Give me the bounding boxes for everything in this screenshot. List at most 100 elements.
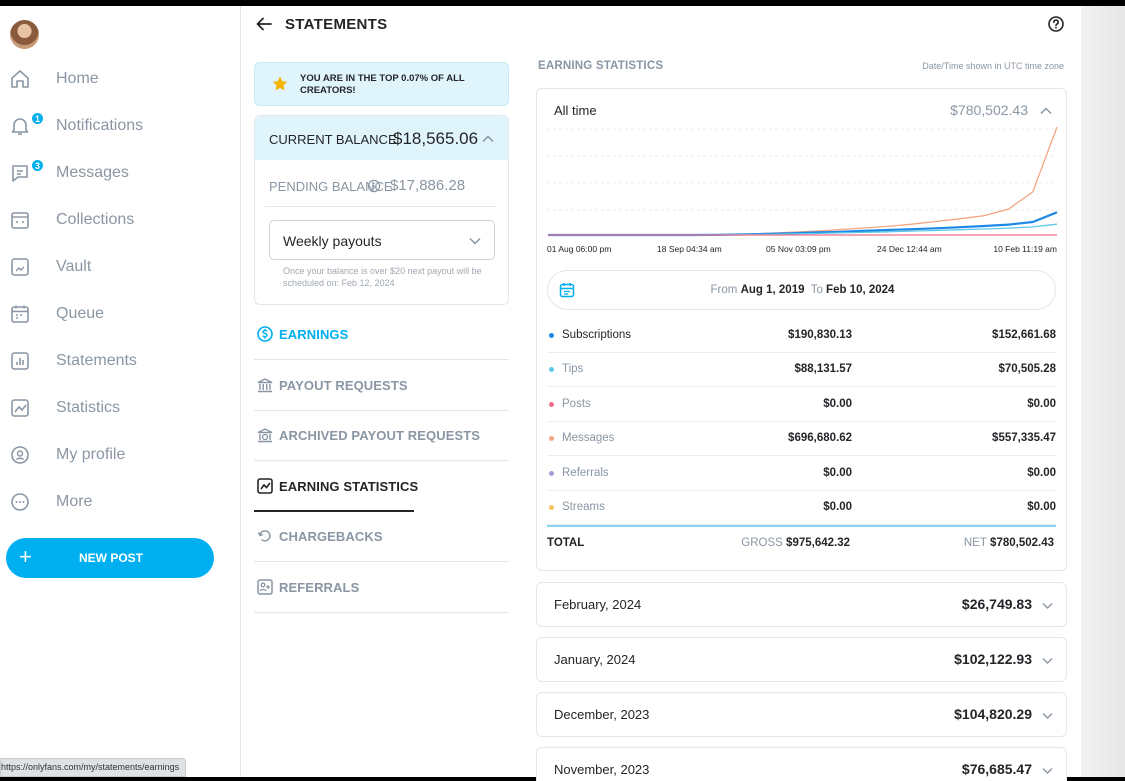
month-card[interactable]: November, 2023 $76,685.47 — [536, 747, 1067, 781]
chevron-down-icon — [468, 234, 482, 248]
month-value: $26,749.83 — [961, 596, 1032, 612]
category-name: Streams — [562, 501, 605, 513]
category-net: $0.00 — [1027, 397, 1056, 410]
menu-payout-requests[interactable]: PAYOUT REQUESTS — [254, 361, 509, 411]
sidebar-item-vault[interactable]: Vault — [0, 247, 241, 287]
sidebar-item-label: Statements — [56, 352, 137, 369]
home-icon — [9, 68, 31, 90]
category-gross: $88,131.57 — [794, 363, 852, 376]
sidebar-item-statements[interactable]: Statements — [0, 341, 241, 381]
avatar[interactable] — [10, 20, 39, 49]
menu-earnings[interactable]: EARNINGS — [254, 310, 509, 360]
month-card[interactable]: February, 2024 $26,749.83 — [536, 582, 1067, 627]
net-total: NET $780,502.43 — [964, 537, 1054, 549]
sidebar-item-collections[interactable]: Collections — [0, 200, 241, 240]
sidebar-item-messages[interactable]: 3 Messages — [0, 153, 241, 193]
chevron-up-icon[interactable] — [1039, 104, 1053, 118]
help-icon[interactable] — [1047, 15, 1065, 33]
back-arrow-icon[interactable] — [255, 15, 273, 33]
calendar-icon — [9, 303, 31, 325]
x-tick-label: 01 Aug 06:00 pm — [547, 244, 611, 254]
chevron-up-icon[interactable] — [481, 132, 495, 146]
menu-archived-payout-requests[interactable]: ARCHIVED PAYOUT REQUESTS — [254, 411, 509, 461]
statements-icon — [9, 350, 31, 372]
month-label: November, 2023 — [554, 762, 650, 777]
sidebar-item-label: Queue — [56, 305, 105, 322]
month-label: January, 2024 — [554, 652, 636, 667]
divider — [254, 611, 509, 613]
timezone-note: Date/Time shown in UTC time zone — [922, 61, 1064, 71]
category-row-messages: Messages $696,680.62 $557,335.47 — [547, 422, 1056, 457]
menu-label: EARNINGS — [279, 327, 349, 342]
sidebar-item-label: Home — [56, 70, 99, 87]
sidebar-item-my-profile[interactable]: My profile — [0, 435, 241, 475]
chevron-down-icon[interactable] — [1041, 599, 1054, 612]
status-url: https://onlyfans.com/my/statements/earni… — [0, 758, 187, 777]
series-line-messages — [548, 126, 1058, 236]
new-post-button[interactable]: + NEW POST — [6, 538, 214, 578]
menu-label: REFERRALS — [279, 579, 360, 595]
from-date: Aug 1, 2019 — [740, 284, 805, 296]
net-label: NET — [963, 537, 987, 549]
menu-earning-statistics[interactable]: EARNING STATISTICS — [254, 462, 509, 512]
balance-card: CURRENT BALANCE $18,565.06 PENDING BALAN… — [254, 115, 509, 305]
legend-dot — [549, 367, 554, 373]
legend-dot — [549, 401, 554, 407]
month-card[interactable]: January, 2024 $102,122.93 — [536, 637, 1067, 682]
category-name: Subscriptions — [562, 329, 632, 341]
notification-badge: 3 — [31, 159, 44, 172]
collections-icon — [9, 209, 31, 231]
chevron-down-icon[interactable] — [1041, 654, 1054, 667]
month-label: December, 2023 — [554, 707, 650, 722]
month-card[interactable]: December, 2023 $104,820.29 — [536, 692, 1067, 737]
menu-label: PAYOUT REQUESTS — [279, 377, 408, 393]
payout-frequency-select[interactable]: Weekly payouts — [269, 220, 495, 260]
category-gross: $0.00 — [823, 466, 852, 479]
total-label: TOTAL — [547, 537, 585, 549]
month-value: $104,820.29 — [954, 706, 1032, 722]
chevron-down-icon[interactable] — [1041, 709, 1054, 722]
chargeback-icon — [256, 527, 274, 545]
month-value: $102,122.93 — [954, 651, 1032, 667]
menu-chargebacks[interactable]: CHARGEBACKS — [254, 512, 509, 562]
category-row-subscriptions: Subscriptions $190,830.13 $152,661.68 — [547, 319, 1056, 353]
bell-icon: 1 — [9, 112, 44, 137]
new-post-label: NEW POST — [78, 551, 143, 565]
category-name: Posts — [562, 397, 591, 410]
date-range-picker[interactable]: From Aug 1, 2019 To Feb 10, 2024 — [547, 270, 1056, 310]
pending-balance-value: $17,886.28 — [390, 177, 466, 194]
page-header: STATEMENTS — [242, 6, 1081, 41]
category-gross: $696,680.62 — [788, 432, 852, 445]
category-name: Tips — [562, 363, 584, 376]
menu-label: EARNING STATISTICS — [279, 478, 419, 494]
sidebar: Home 1 Notifications 3 Messages Collections Va… — [0, 6, 241, 777]
current-balance-header[interactable]: CURRENT BALANCE $18,565.06 — [255, 116, 508, 160]
earnings-line-chart: 01 Aug 06:00 pm 18 Sep 04:34 am 05 Nov 03:… — [547, 126, 1058, 254]
stats-card: All time $780,502.43 01 Aug 06:00 pm 18 S… — [536, 88, 1067, 571]
period-label: All time — [554, 103, 597, 118]
month-label: February, 2024 — [554, 597, 642, 612]
menu-referrals[interactable]: REFERRALS — [254, 563, 509, 613]
legend-dot — [549, 505, 554, 510]
more-icon — [9, 491, 31, 513]
archived-bank-icon — [256, 426, 274, 444]
category-name: Messages — [562, 432, 615, 445]
sidebar-item-home[interactable]: Home — [0, 59, 241, 99]
info-icon[interactable] — [367, 179, 381, 193]
chevron-down-icon[interactable] — [1041, 764, 1054, 777]
vault-icon — [9, 256, 31, 278]
top-creator-banner: YOU ARE IN THE TOP 0.07% OF ALL CREATORS… — [254, 62, 509, 106]
category-gross: $0.00 — [823, 397, 852, 410]
sidebar-item-statistics[interactable]: Statistics — [0, 388, 241, 428]
x-tick-label: 10 Feb 11:19 am — [993, 244, 1057, 254]
to-date: Feb 10, 2024 — [826, 284, 895, 296]
category-row-streams: Streams $0.00 $0.00 — [547, 491, 1056, 525]
category-row-tips: Tips $88,131.57 $70,505.28 — [547, 353, 1056, 388]
sidebar-item-more[interactable]: More — [0, 482, 241, 522]
page-title: STATEMENTS — [285, 16, 388, 33]
sidebar-item-notifications[interactable]: 1 Notifications — [0, 106, 241, 146]
category-gross: $0.00 — [823, 501, 852, 513]
gross-total: GROSS $975,642.32 — [741, 537, 850, 549]
sidebar-item-queue[interactable]: Queue — [0, 294, 241, 334]
net-total-value: $780,502.43 — [990, 537, 1054, 549]
